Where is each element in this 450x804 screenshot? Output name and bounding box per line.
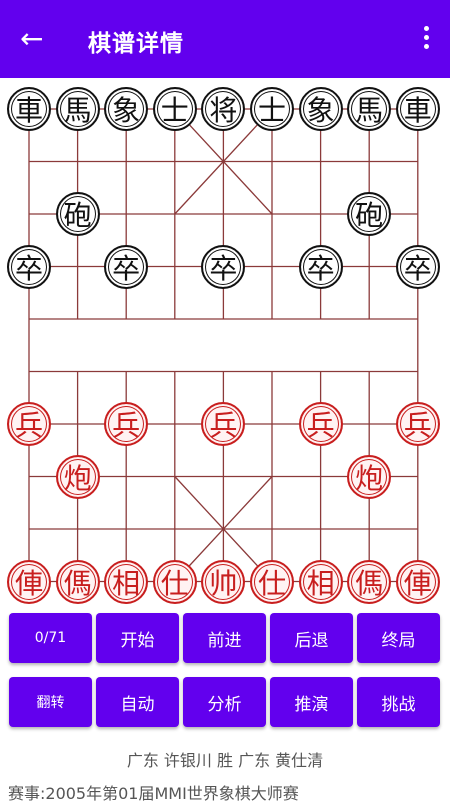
black-piece[interactable]: 象 (104, 87, 149, 131)
red-piece[interactable]: 兵 (298, 402, 343, 446)
red-piece[interactable]: 相 (298, 559, 343, 604)
more-vert-icon[interactable] (420, 22, 432, 56)
board-grid (28, 108, 419, 583)
auto-play-button[interactable]: 自动 (96, 677, 179, 727)
black-piece[interactable]: 車 (7, 87, 51, 131)
black-piece[interactable]: 砲 (347, 192, 392, 236)
red-piece[interactable]: 傌 (347, 559, 392, 604)
black-piece[interactable]: 卒 (104, 244, 149, 289)
red-piece[interactable]: 炮 (55, 454, 100, 499)
red-piece[interactable]: 俥 (395, 559, 440, 604)
black-piece[interactable]: 卒 (298, 244, 343, 289)
app-bar: ← 棋谱详情 (0, 0, 450, 78)
chess-board[interactable]: 車馬象士将士象馬車砲砲卒卒卒卒卒兵兵兵兵兵炮炮俥傌相仕帅仕相傌俥 (0, 84, 450, 604)
deduce-button[interactable]: 推演 (270, 677, 353, 727)
start-button[interactable]: 开始 (96, 613, 179, 663)
red-piece[interactable]: 仕 (250, 559, 294, 604)
page-title: 棋谱详情 (88, 31, 184, 57)
red-piece[interactable]: 相 (104, 559, 149, 604)
challenge-button[interactable]: 挑战 (357, 677, 440, 727)
red-piece[interactable]: 兵 (104, 402, 149, 446)
red-piece[interactable]: 帅 (201, 559, 246, 604)
black-piece[interactable]: 士 (250, 87, 294, 131)
black-piece[interactable]: 砲 (55, 192, 100, 236)
end-button[interactable]: 终局 (357, 613, 440, 663)
flip-button[interactable]: 翻转 (9, 677, 92, 727)
red-piece[interactable]: 傌 (55, 559, 100, 604)
black-piece[interactable]: 馬 (347, 87, 392, 131)
red-piece[interactable]: 俥 (7, 559, 51, 604)
black-piece[interactable]: 象 (298, 87, 343, 131)
red-piece[interactable]: 仕 (152, 559, 197, 604)
arrow-left-icon[interactable]: ← (20, 22, 50, 56)
red-piece[interactable]: 兵 (7, 402, 51, 446)
black-piece[interactable]: 車 (395, 87, 440, 131)
black-piece[interactable]: 卒 (7, 244, 51, 289)
black-piece[interactable]: 馬 (55, 87, 100, 131)
forward-button[interactable]: 前进 (183, 613, 266, 663)
black-piece[interactable]: 士 (152, 87, 197, 131)
black-piece[interactable]: 卒 (201, 244, 246, 289)
event-name: 赛事:2005年第01届MMI世界象棋大师赛 (8, 784, 299, 803)
red-piece[interactable]: 炮 (347, 454, 392, 499)
back-button[interactable]: 后退 (270, 613, 353, 663)
players-result: 广东 许银川 胜 广东 黄仕清 (126, 751, 324, 770)
analyze-button[interactable]: 分析 (183, 677, 266, 727)
red-piece[interactable]: 兵 (395, 402, 440, 446)
black-piece[interactable]: 卒 (395, 244, 440, 289)
move-counter-button[interactable]: 0/71 (9, 613, 92, 663)
